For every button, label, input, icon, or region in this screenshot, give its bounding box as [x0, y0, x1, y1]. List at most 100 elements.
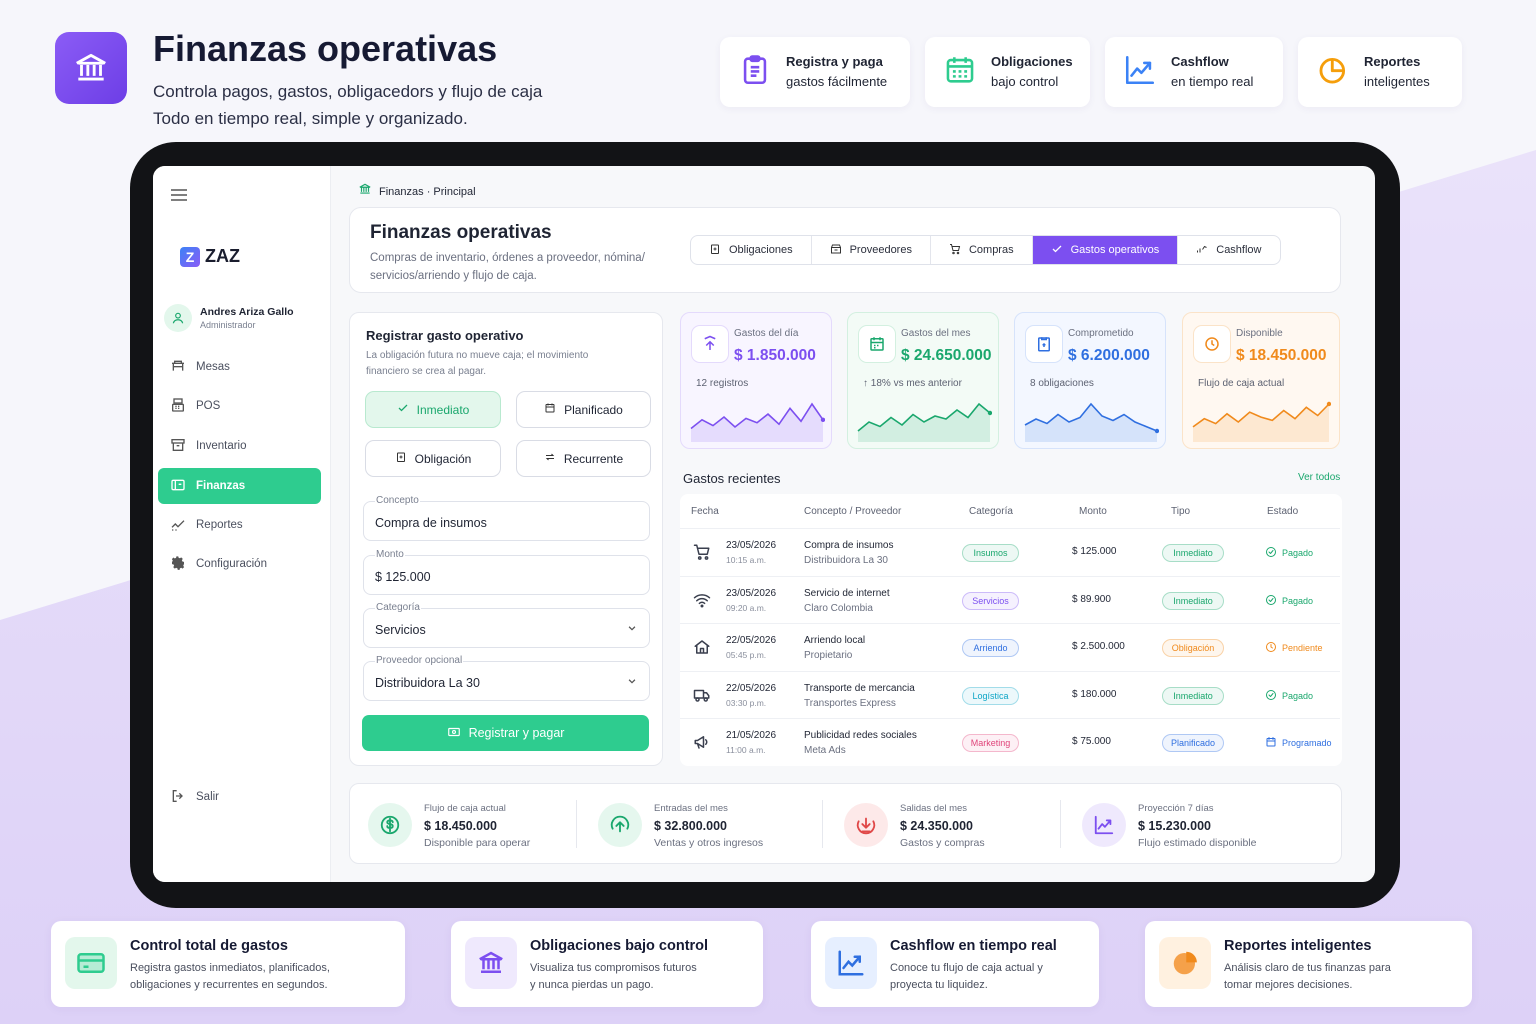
- chevron-down-icon: [627, 676, 637, 689]
- page-description-line: Compras de inventario, órdenes a proveed…: [370, 252, 645, 264]
- tab-obligaciones[interactable]: Obligaciones: [691, 236, 812, 264]
- row-amount: $ 125.000: [1072, 546, 1117, 557]
- expense-form: Registrar gasto operativo La obligación …: [349, 312, 663, 766]
- feature-card-desc: Registra gastos inmediatos, planificados…: [130, 960, 360, 994]
- proveedor-select[interactable]: Proveedor opcional Distribuidora La 30: [363, 655, 650, 701]
- app-screen: Z ZAZ Andres Ariza Gallo Administrador M…: [153, 166, 1375, 882]
- column-header: Fecha: [691, 506, 719, 517]
- sidebar-item-mesas[interactable]: Mesas: [158, 349, 321, 385]
- sidebar-item-finanzas[interactable]: Finanzas: [158, 468, 321, 504]
- option-obligacion[interactable]: Obligación: [365, 440, 501, 477]
- tab-label: Obligaciones: [729, 244, 793, 256]
- clipboard-icon: [709, 243, 721, 258]
- feature-card-title: Obligaciones bajo control: [530, 938, 709, 954]
- clock-icon: [1265, 641, 1277, 655]
- logout-button[interactable]: Salir: [158, 779, 321, 815]
- cashflow-value: $ 24.350.000: [900, 819, 973, 833]
- truck-icon: [693, 686, 711, 707]
- cashflow-icon: [1196, 243, 1208, 258]
- feature-card-line: obligaciones y recurrentes en segundos.: [130, 979, 328, 991]
- table-row[interactable]: 21/05/2026 11:00 a.m. Publicidad redes soc…: [680, 718, 1340, 765]
- feature-card-desc: Conoce tu flujo de caja actual y proyecta…: [890, 960, 1120, 994]
- tab-gastos-operativos[interactable]: Gastos operativos: [1032, 236, 1179, 264]
- user-role: Administrador: [200, 320, 256, 330]
- row-provider: Transportes Express: [804, 697, 896, 709]
- row-date: 21/05/2026: [726, 730, 777, 741]
- row-concept: Servicio de internet: [804, 587, 890, 599]
- kpi-gastos-mes: Gastos del mes $ 24.650.000 ↑ 18% vs mes…: [847, 312, 999, 449]
- row-amount: $ 180.000: [1072, 688, 1117, 700]
- proveedor-value: Distribuidora La 30: [375, 676, 480, 690]
- cashflow-value: $ 15.230.000: [1138, 819, 1211, 833]
- cashflow-sub: Disponible para operar: [424, 837, 531, 849]
- kpi-label: Comprometido: [1068, 328, 1134, 339]
- type-badge: Planificado: [1162, 734, 1224, 752]
- menu-icon[interactable]: [170, 188, 188, 207]
- category-badge: Insumos: [962, 544, 1019, 562]
- monto-field[interactable]: Monto $ 125.000: [363, 549, 650, 595]
- tab-compras[interactable]: Compras: [931, 236, 1033, 264]
- dollar-icon: [368, 803, 412, 847]
- wifi-icon: [693, 591, 711, 612]
- box-icon: [170, 437, 186, 456]
- status-badge: Pagado: [1265, 689, 1313, 703]
- category-badge: Arriendo: [962, 639, 1019, 657]
- sidebar-item-reportes[interactable]: Reportes: [158, 507, 321, 543]
- row-amount: $ 75.000: [1072, 736, 1111, 747]
- tab-proveedores[interactable]: Proveedores: [812, 236, 931, 264]
- sidebar-item-pos[interactable]: POS: [158, 388, 321, 424]
- feature-obligations: Obligaciones bajo control: [925, 37, 1090, 107]
- recent-expenses-title: Gastos recientes: [683, 471, 781, 486]
- sidebar-item-configuracion[interactable]: Configuración: [158, 546, 321, 582]
- option-label: Inmediato: [416, 402, 470, 417]
- sparkline-point: [1326, 401, 1331, 407]
- kpi-value: $ 24.650.000: [901, 347, 992, 364]
- arrow-down-circle-icon: [844, 803, 888, 847]
- row-provider: Meta Ads: [804, 745, 846, 756]
- row-date: 23/05/2026: [726, 587, 777, 599]
- concepto-field[interactable]: Concepto Compra de insumos: [363, 495, 650, 541]
- status-label: Pagado: [1282, 690, 1314, 701]
- sparkline-point: [1154, 428, 1159, 434]
- column-header: Estado: [1267, 506, 1299, 517]
- table-row[interactable]: 22/05/2026 05:45 p.m. Arriendo local Propie…: [680, 623, 1340, 670]
- option-planificado[interactable]: Planificado: [516, 391, 651, 428]
- see-all-link[interactable]: Ver todos: [1298, 472, 1340, 483]
- row-concept: Publicidad redes sociales: [804, 730, 917, 741]
- cashflow-label: Proyección 7 días: [1138, 803, 1214, 814]
- option-recurrente[interactable]: Recurrente: [516, 440, 651, 477]
- row-amount: $ 2.500.000: [1072, 641, 1125, 652]
- status-badge: Pendiente: [1265, 641, 1323, 655]
- user-profile[interactable]: Andres Ariza Gallo Administrador: [164, 304, 294, 332]
- trend-chart-icon: [825, 937, 877, 989]
- table-row[interactable]: 23/05/2026 09:20 a.m. Servicio de internet…: [680, 575, 1340, 623]
- calendar-icon: [943, 53, 977, 92]
- cashflow-sub: Ventas y otros ingresos: [654, 837, 764, 849]
- repeat-icon: [544, 451, 556, 466]
- page-description: Compras de inventario, órdenes a proveed…: [370, 249, 645, 285]
- register-pay-button[interactable]: Registrar y pagar: [362, 715, 649, 751]
- feature-sub: gastos fácilmente: [786, 74, 888, 89]
- table-row[interactable]: 22/05/2026 03:30 p.m. Transporte de mercan…: [680, 670, 1340, 718]
- row-amount: $ 89.900: [1072, 593, 1111, 605]
- column-header: Categoría: [969, 506, 1013, 517]
- option-inmediato[interactable]: Inmediato: [365, 391, 501, 428]
- feature-card-obligaciones: Obligaciones bajo control Visualiza tus …: [451, 921, 763, 1007]
- sidebar-item-inventario[interactable]: Inventario: [158, 428, 321, 464]
- categoria-select[interactable]: Categoría Servicios: [363, 602, 650, 648]
- row-time: 11:00 a.m.: [726, 745, 766, 755]
- trend-chart-icon: [1082, 803, 1126, 847]
- brand-logo: Z ZAZ: [180, 246, 240, 267]
- table-row[interactable]: 23/05/2026 10:15 a.m. Compra de insumos Dis…: [680, 528, 1340, 575]
- feature-card-cashflow: Cashflow en tiempo real Conoce tu flujo …: [811, 921, 1099, 1007]
- divider: [576, 800, 577, 848]
- feature-title: Registra y paga: [786, 54, 883, 69]
- trend-icon: [170, 516, 186, 535]
- row-time: 05:45 p.m.: [726, 650, 767, 660]
- feature-card-line: Análisis claro de tus finanzas para: [1224, 962, 1391, 974]
- feature-title: Obligaciones: [991, 54, 1073, 69]
- home-icon: [693, 638, 711, 659]
- tab-cashflow[interactable]: Cashflow: [1178, 236, 1279, 264]
- register-icon: [170, 397, 186, 416]
- feature-sub: en tiempo real: [1171, 74, 1254, 89]
